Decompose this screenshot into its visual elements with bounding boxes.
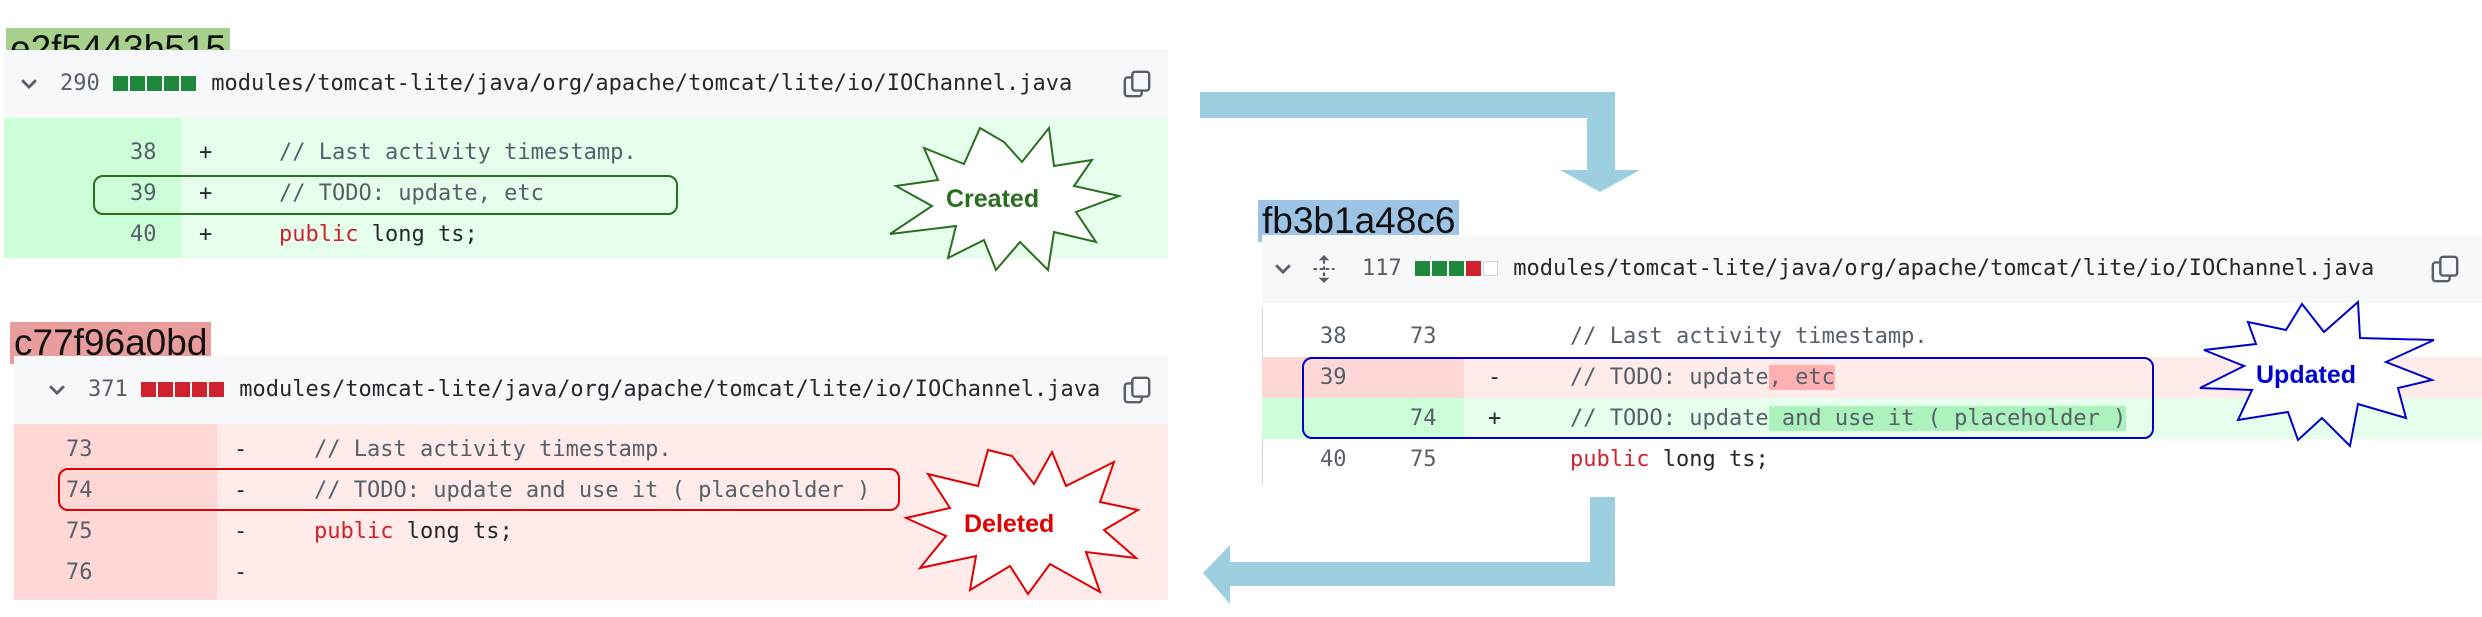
code-text: // Last activity timestamp. — [314, 437, 672, 462]
chevron-down-icon[interactable] — [18, 72, 40, 94]
diffstat-block — [181, 76, 196, 91]
diffstat-blocks — [113, 71, 211, 96]
file-path[interactable]: modules/tomcat-lite/java/org/apache/tomc… — [211, 71, 1072, 96]
deleted-label: Deleted — [964, 510, 1055, 538]
code-rest: long ts; — [1649, 447, 1769, 472]
diffstat-block — [1483, 261, 1498, 276]
keyword: public — [314, 519, 394, 544]
code-text: // Last activity timestamp. — [279, 140, 637, 165]
diff-sign: - — [234, 519, 248, 544]
new-line-number: 75 — [1410, 447, 1437, 472]
chevron-down-icon[interactable] — [46, 378, 68, 400]
copy-icon[interactable] — [2430, 253, 2460, 285]
code-text: public long ts; — [279, 214, 478, 255]
highlight-box — [93, 175, 678, 215]
diffstat-block — [1432, 261, 1447, 276]
line-number: 73 — [66, 437, 93, 462]
updated-label: Updated — [2256, 361, 2356, 389]
arrow-updated-to-deleted — [1203, 497, 1615, 604]
copy-icon[interactable] — [1122, 374, 1152, 406]
diff-sign: - — [234, 560, 248, 585]
diffstat-block — [209, 382, 224, 397]
code-rest: long ts; — [393, 519, 513, 544]
updated-file-header: 117 modules/tomcat-lite/java/org/apache/… — [1262, 235, 2482, 303]
diffstat-block — [1415, 261, 1430, 276]
diffstat-block — [164, 76, 179, 91]
code-text: public long ts; — [1570, 439, 1769, 480]
deleted-file-header: 371 modules/tomcat-lite/java/org/apache/… — [14, 356, 1168, 424]
file-path[interactable]: modules/tomcat-lite/java/org/apache/tomc… — [1513, 256, 2374, 281]
code-text: // Last activity timestamp. — [1570, 324, 1928, 349]
old-line-number: 38 — [1320, 324, 1347, 349]
diffstat-block — [113, 76, 128, 91]
line-number: 76 — [66, 560, 93, 585]
diffstat-block — [141, 382, 156, 397]
diff-sign: - — [234, 437, 248, 462]
new-line-number: 73 — [1410, 324, 1437, 349]
change-count: 371 — [88, 377, 128, 402]
diffstat-block — [175, 382, 190, 397]
diffstat-block — [130, 76, 145, 91]
highlight-box — [58, 468, 900, 511]
diffstat-block — [1466, 261, 1481, 276]
expand-all-icon[interactable] — [1310, 253, 1338, 285]
diffstat-block — [158, 382, 173, 397]
old-line-number: 40 — [1320, 447, 1347, 472]
diff-sign: + — [199, 222, 213, 247]
change-count: 290 — [60, 71, 100, 96]
created-file-header: 290 modules/tomcat-lite/java/org/apache/… — [4, 50, 1168, 118]
line-number: 40 — [130, 222, 157, 247]
copy-icon[interactable] — [1122, 68, 1152, 100]
chevron-down-icon[interactable] — [1272, 257, 1294, 279]
diffstat-block — [1449, 261, 1464, 276]
highlight-box — [1302, 357, 2154, 439]
file-path[interactable]: modules/tomcat-lite/java/org/apache/tomc… — [239, 377, 1100, 402]
created-label: Created — [946, 185, 1040, 213]
change-count: 117 — [1362, 256, 1402, 281]
diffstat-block — [147, 76, 162, 91]
arrow-created-to-updated — [1200, 92, 1640, 192]
code-rest: long ts; — [358, 222, 478, 247]
line-number: 75 — [66, 519, 93, 544]
diff-sign: + — [199, 140, 213, 165]
keyword: public — [279, 222, 359, 247]
diffstat-block — [192, 382, 207, 397]
line-number: 38 — [130, 140, 157, 165]
code-text: public long ts; — [314, 511, 513, 552]
diffstat-blocks — [141, 377, 239, 402]
diffstat-blocks — [1415, 256, 1513, 281]
keyword: public — [1570, 447, 1650, 472]
